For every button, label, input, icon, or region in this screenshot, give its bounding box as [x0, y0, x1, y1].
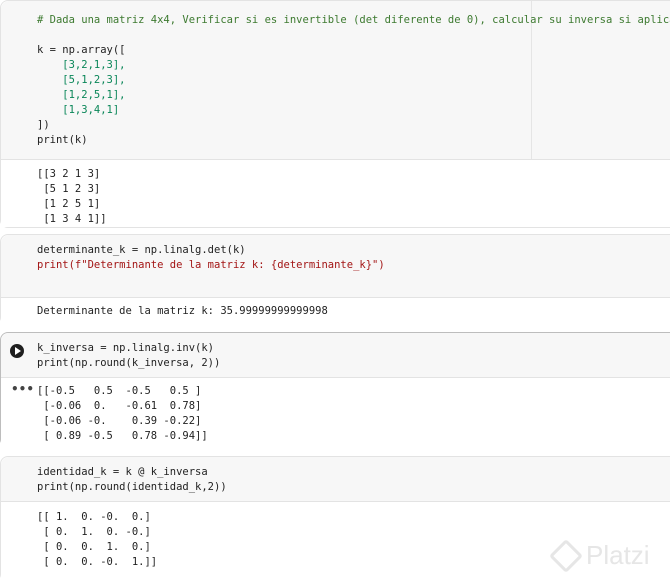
output-line: [5 1 2 3] [37, 183, 101, 195]
output-line: [1 2 5 1] [37, 198, 101, 210]
code-line: determinante_k = np.linalg.det(k) [37, 244, 246, 256]
code-editor[interactable]: # Dada una matriz 4x4, Verificar si es i… [1, 1, 670, 159]
output-line: [ 0. 1. 0. -0.] [37, 526, 151, 538]
code-line: k = np.array([ [37, 44, 126, 56]
cell-output: Determinante de la matriz k: 35.99999999… [1, 297, 670, 325]
output-line: [-0.06 0. -0.61 0.78] [37, 400, 202, 412]
platzi-logo-icon [549, 539, 583, 573]
code-line: [5,1,2,3], [37, 74, 126, 86]
code-cell-3[interactable]: k_inversa = np.linalg.inv(k) print(np.ro… [0, 332, 670, 447]
cell-output: [[3 2 1 3] [5 1 2 3] [1 2 5 1] [1 3 4 1]… [1, 159, 670, 227]
play-circle-icon[interactable] [10, 344, 24, 358]
code-editor[interactable]: determinante_k = np.linalg.det(k) print(… [1, 235, 670, 297]
platzi-watermark: Platzi [548, 538, 668, 574]
code-line: # Dada una matriz 4x4, Verificar si es i… [37, 14, 670, 26]
output-line: [ 0. 0. -0. 1.]] [37, 556, 158, 568]
output-line: [ 0.89 -0.5 0.78 -0.94]] [37, 430, 208, 442]
output-line: Determinante de la matriz k: 35.99999999… [37, 305, 328, 317]
code-line: print(k) [37, 134, 88, 146]
output-line: [ 0. 0. 1. 0.] [37, 541, 151, 553]
code-line: [1,2,5,1], [37, 89, 126, 101]
code-line: print(np.round(k_inversa, 2)) [37, 357, 221, 369]
output-line: [1 3 4 1]] [37, 213, 107, 225]
code-cell-1[interactable]: # Dada una matriz 4x4, Verificar si es i… [0, 0, 670, 228]
code-line: ]) [37, 119, 50, 131]
code-line: identidad_k = k @ k_inversa [37, 466, 208, 478]
output-line: [[3 2 1 3] [37, 168, 101, 180]
code-editor[interactable]: identidad_k = k @ k_inversa print(np.rou… [1, 457, 670, 501]
output-line: [[-0.5 0.5 -0.5 0.5 ] [37, 385, 202, 397]
cell-output: ••• [[-0.5 0.5 -0.5 0.5 ] [-0.06 0. -0.6… [1, 377, 670, 447]
code-editor[interactable]: k_inversa = np.linalg.inv(k) print(np.ro… [1, 333, 670, 377]
output-line: [-0.06 -0. 0.39 -0.22] [37, 415, 202, 427]
code-cell-2[interactable]: determinante_k = np.linalg.det(k) print(… [0, 234, 670, 325]
code-line: print(np.round(identidad_k,2)) [37, 481, 227, 493]
code-line: [1,3,4,1] [37, 104, 120, 116]
output-line: [[ 1. 0. -0. 0.] [37, 511, 151, 523]
watermark-text: Platzi [586, 540, 650, 570]
code-line: [3,2,1,3], [37, 59, 126, 71]
more-horizontal-icon[interactable]: ••• [11, 382, 34, 396]
code-line: print(f"Determinante de la matriz k: {de… [37, 259, 385, 271]
code-line: k_inversa = np.linalg.inv(k) [37, 342, 215, 354]
